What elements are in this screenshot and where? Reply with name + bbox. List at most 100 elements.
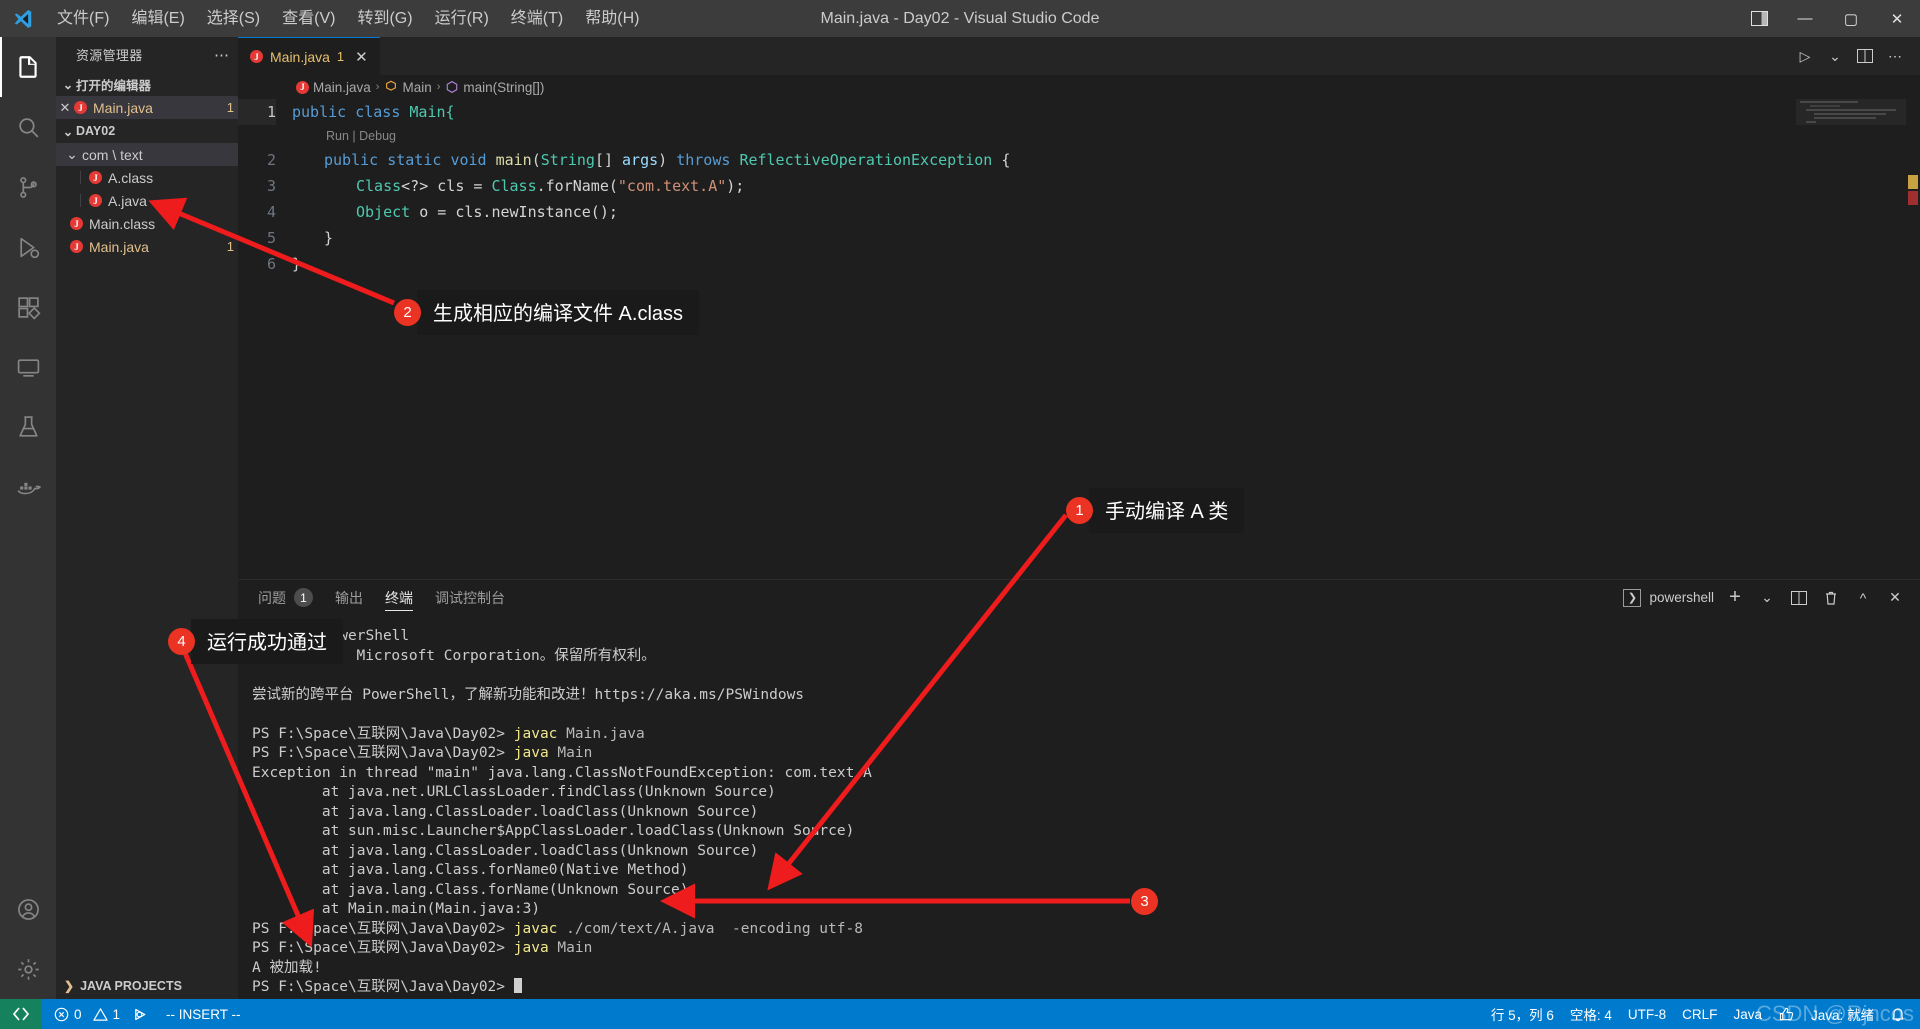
feedback-button[interactable] [1778,1006,1795,1022]
maximize-button[interactable]: ▢ [1828,0,1874,37]
section-open-editors[interactable]: ⌄ 打开的编辑器 [56,72,238,96]
java-status[interactable]: Java: 就绪 [1811,1004,1874,1024]
menu-help[interactable]: 帮助(H) [574,0,650,37]
run-button[interactable]: ▷ [1792,41,1818,71]
activity-run-debug[interactable] [0,217,56,277]
split-terminal-icon[interactable] [1788,585,1810,611]
breadcrumb-class[interactable]: Main [384,80,432,95]
new-terminal-button[interactable]: + [1724,585,1746,611]
breadcrumb-file-label: Main.java [313,79,371,95]
panel-tab-label: 调试控制台 [435,589,505,606]
close-panel-icon[interactable]: ✕ [1884,585,1906,611]
panel-tab-problems[interactable]: 问题 1 [258,580,313,615]
file-badge: 1 [226,239,234,254]
breadcrumb: J Main.java › Main › main(String[]) [238,75,1920,99]
close-button[interactable]: ✕ [1874,0,1920,37]
tab-close-icon[interactable]: ✕ [355,48,368,66]
problems-status[interactable]: 0 1 [54,1007,120,1022]
menu-view[interactable]: 查看(V) [271,0,346,37]
terminal-command: java [513,940,549,956]
line-number: 3 [266,177,276,195]
indentation-status[interactable]: 空格: 4 [1570,1004,1612,1024]
activity-remote[interactable] [0,337,56,397]
activity-extensions[interactable] [0,277,56,337]
terminal-selector[interactable]: ❯ powershell [1623,588,1714,607]
statement-end: ); [726,177,745,195]
tree-file-main-java[interactable]: J Main.java 1 [56,235,238,258]
section-java-projects[interactable]: ❯ JAVA PROJECTS [56,973,238,999]
activity-testing[interactable] [0,397,56,457]
debug-icon [135,1008,146,1020]
menu-bar: 文件(F) 编辑(E) 选择(S) 查看(V) 转到(G) 运行(R) 终端(T… [46,0,650,37]
activity-accounts[interactable] [0,879,56,939]
eol-status[interactable]: CRLF [1682,1007,1717,1022]
kw-void: void [450,151,487,169]
panel-tab-output[interactable]: 输出 [335,580,363,615]
terminal-output[interactable]: Windows PowerShell 版权所有（C） Microsoft Cor… [238,615,1920,999]
method-name: main [495,151,532,169]
panel-tab-terminal[interactable]: 终端 [385,580,413,615]
panel-tab-debug-console[interactable]: 调试控制台 [435,580,505,615]
remote-indicator[interactable] [0,999,42,1029]
language-mode-status[interactable]: Java [1733,1007,1762,1022]
split-editor-icon[interactable] [1852,41,1878,71]
minimap[interactable] [1796,99,1906,579]
tree-file-a-class[interactable]: J A.class [56,166,238,189]
terminal-line: at java.lang.Class.forName0(Native Metho… [252,862,689,878]
activity-docker[interactable] [0,457,56,517]
more-actions-icon[interactable]: ⋯ [1882,41,1908,71]
kill-terminal-icon[interactable] [1820,585,1842,611]
open-editor-item-main-java[interactable]: ✕ J Main.java 1 [56,96,238,119]
code-lines[interactable]: public class Main{ Run | Debug public st… [292,99,1920,277]
activity-source-control[interactable] [0,157,56,217]
menu-file[interactable]: 文件(F) [46,0,120,37]
notifications-button[interactable] [1890,1006,1906,1022]
cursor-position[interactable]: 行 5，列 6 [1491,1004,1554,1024]
codelens-debug[interactable]: Debug [359,129,396,143]
encoding-status[interactable]: UTF-8 [1628,1007,1666,1022]
chevron-right-icon: ❯ [64,979,75,993]
breadcrumb-separator: › [436,81,441,93]
kw-class: class [355,103,401,121]
terminal-icon: ❯ [1623,588,1642,607]
menu-terminal[interactable]: 终端(T) [500,0,574,37]
code-editor[interactable]: 1 2 3 4 5 6 public class Main{ Run | Deb… [238,99,1920,579]
codelens-run[interactable]: Run [326,129,349,143]
menu-edit[interactable]: 编辑(E) [120,0,195,37]
close-icon[interactable]: ✕ [56,100,74,116]
activity-settings[interactable] [0,939,56,999]
code-line-4: Object o = cls.newInstance(); [292,199,1920,225]
terminal-args: Main.java [557,725,645,742]
terminal-line: A 被加载! [252,959,322,976]
minimize-button[interactable]: — [1782,0,1828,37]
method-symbol-icon [447,80,458,94]
tree-file-a-java[interactable]: J A.java [56,189,238,212]
tree-file-main-class[interactable]: J Main.class [56,212,238,235]
activity-explorer[interactable] [0,37,56,97]
menu-run[interactable]: 运行(R) [424,0,500,37]
file-label: Main.class [89,215,156,232]
menu-select[interactable]: 选择(S) [196,0,271,37]
sidebar-more-icon[interactable]: ⋯ [214,46,230,64]
run-chevron-down-icon[interactable]: ⌄ [1822,41,1848,71]
toggle-layout-icon[interactable] [1736,0,1782,37]
section-project-day02[interactable]: ⌄ DAY02 [56,119,238,143]
terminal-line: at java.lang.ClassLoader.loadClass(Unkno… [252,842,759,859]
status-left: 0 1 -- INSERT -- [42,1007,241,1022]
terminal-chevron-down-icon[interactable]: ⌄ [1756,585,1778,611]
terminal-command-line: PS F:\Space\互联网\Java\Day02> javac ./com/… [252,920,1920,940]
class-name: Main{ [409,103,455,121]
breadcrumb-file[interactable]: J Main.java [296,80,371,95]
breadcrumb-method[interactable]: main(String[]) [445,80,544,95]
menu-go[interactable]: 转到(G) [346,0,423,37]
tab-main-java[interactable]: J Main.java 1 ✕ [238,37,380,75]
array-brackets: [] [594,151,623,169]
terminal-args: ./com/text/A.java -encoding utf-8 [557,920,863,937]
minimap-slider[interactable] [1796,99,1906,125]
debug-status[interactable] [134,1007,152,1022]
tree-folder-com-text[interactable]: ⌄ com \ text [56,143,238,166]
activity-search[interactable] [0,97,56,157]
java-class-icon: J [70,217,83,230]
maximize-panel-icon[interactable]: ^ [1852,585,1874,611]
activity-bar [0,37,56,999]
